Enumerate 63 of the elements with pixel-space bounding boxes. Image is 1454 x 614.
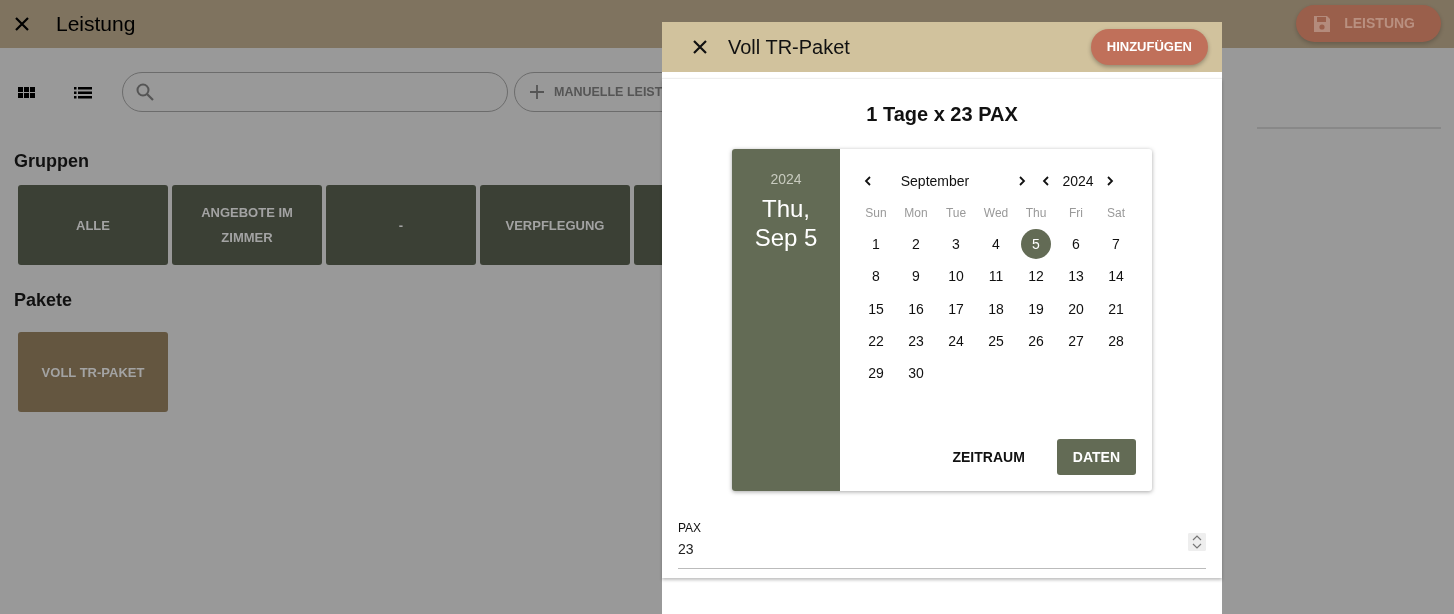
add-button[interactable]: HINZUFÜGEN	[1090, 29, 1208, 65]
plus-icon	[529, 84, 545, 100]
calendar-day[interactable]: 30	[901, 358, 931, 389]
calendar-day[interactable]: 7	[1101, 229, 1131, 260]
calendar-day[interactable]: 26	[1021, 326, 1051, 357]
weekday-label: Tue	[944, 205, 968, 222]
section-title: Gruppen	[14, 150, 89, 173]
save-icon	[1312, 13, 1333, 34]
calendar-day[interactable]: 2	[901, 229, 931, 260]
calendar-day[interactable]: 22	[861, 326, 891, 357]
calendar-day[interactable]: 19	[1021, 293, 1051, 324]
group-tile[interactable]: ANGEBOTE IM ZIMMER	[172, 185, 322, 265]
field-value: 23	[678, 540, 694, 559]
chevron-left-icon[interactable]	[863, 176, 873, 186]
calendar-day[interactable]: 16	[901, 293, 931, 324]
chevron-left-icon[interactable]	[1041, 176, 1051, 186]
calendar-day[interactable]: 13	[1061, 261, 1091, 292]
calendar-day[interactable]: 21	[1101, 293, 1131, 324]
calendar-day[interactable]: 25	[981, 326, 1011, 357]
calendar-day[interactable]: 1	[861, 229, 891, 260]
year-label[interactable]: 2024	[1058, 170, 1098, 192]
summary-text: 1 Tage x 23 PAX	[866, 102, 1018, 127]
mode-button[interactable]: DATEN	[1056, 439, 1136, 475]
calendar-day[interactable]: 12	[1021, 261, 1051, 292]
section-title: Pakete	[14, 289, 73, 312]
weekday-label: Sun	[864, 205, 888, 222]
weekday-label: Fri	[1068, 205, 1084, 222]
field-label: PAX	[678, 520, 703, 537]
weekday-label: Sat	[1106, 205, 1126, 222]
mode-button[interactable]: ZEITRAUM	[936, 439, 1041, 475]
chevron-right-icon[interactable]	[1105, 176, 1115, 186]
calendar-day[interactable]: 27	[1061, 326, 1091, 357]
calendar-day[interactable]: 23	[901, 326, 931, 357]
month-label[interactable]: September	[880, 170, 990, 192]
calendar-day[interactable]: 10	[941, 261, 971, 292]
calendar-day[interactable]: 28	[1101, 326, 1131, 357]
calendar-day[interactable]: 29	[861, 358, 891, 389]
calendar-day[interactable]: 6	[1061, 229, 1091, 260]
calendar-day[interactable]: 24	[941, 326, 971, 357]
calendar-day[interactable]: 17	[941, 293, 971, 324]
pax-field[interactable]: PAX 23	[678, 519, 1206, 569]
calendar-day[interactable]: 18	[981, 293, 1011, 324]
weekday-label: Thu	[1024, 205, 1048, 222]
close-icon[interactable]	[692, 39, 708, 55]
calendar-day[interactable]: 20	[1061, 293, 1091, 324]
group-tile[interactable]: -	[326, 185, 476, 265]
calendar-day[interactable]: 9	[901, 261, 931, 292]
dialog-title: Voll TR-Paket	[728, 35, 850, 60]
calendar-day[interactable]: 8	[861, 261, 891, 292]
page-title: Leistung	[56, 11, 136, 38]
weekday-label: Mon	[903, 205, 929, 222]
chevron-right-icon[interactable]	[1017, 176, 1027, 186]
calendar-day[interactable]: 11	[981, 261, 1011, 292]
search-icon	[135, 82, 155, 102]
calendar-day[interactable]: 15	[861, 293, 891, 324]
calendar-day[interactable]: 5	[1021, 229, 1051, 260]
date-text: Thu, Sep 5	[753, 194, 819, 252]
calendar-day[interactable]: 3	[941, 229, 971, 260]
calendar-day[interactable]: 4	[981, 229, 1011, 260]
weekday-label: Wed	[982, 205, 1010, 222]
group-tile[interactable]: VERPFLEGUNG	[480, 185, 630, 265]
calendar-day[interactable]: 14	[1101, 261, 1131, 292]
group-tile[interactable]: ALLE	[18, 185, 168, 265]
